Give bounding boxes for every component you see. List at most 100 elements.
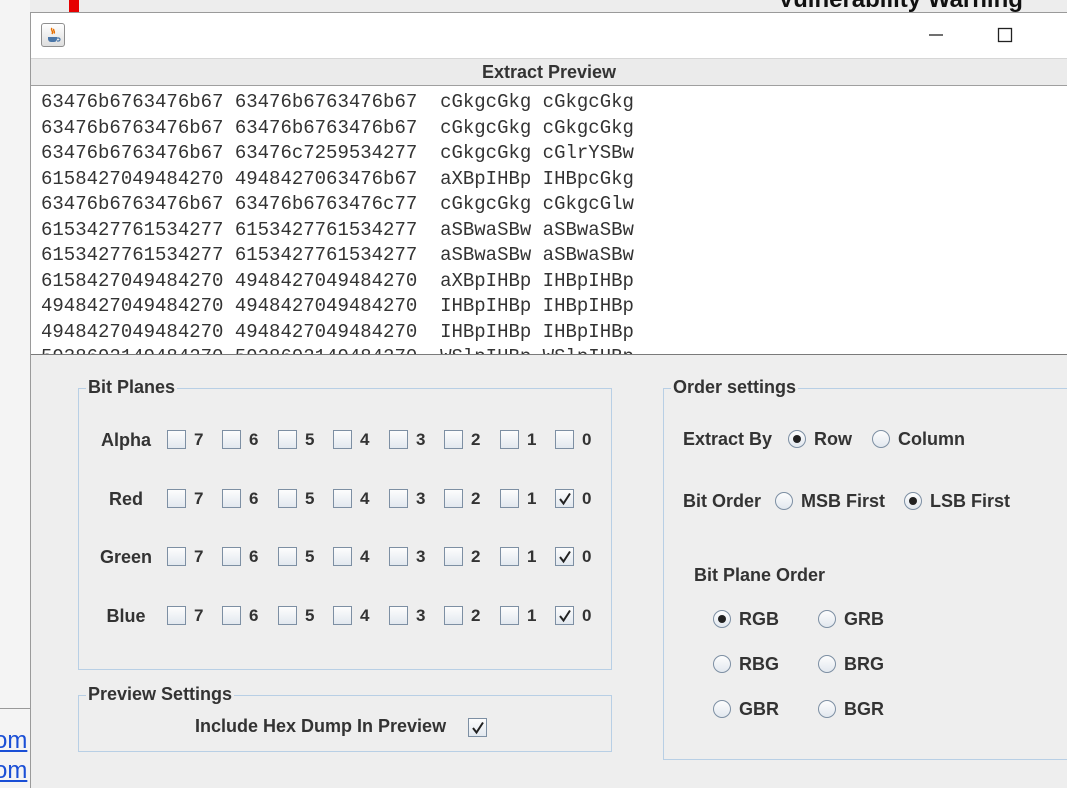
alpha-bit-4-checkbox[interactable]	[333, 430, 352, 449]
preview-line: 6158427049484270 4948427063476b67 aXBpIH…	[41, 167, 634, 190]
alpha-bit-6-label: 6	[249, 430, 259, 449]
extract-preview-area[interactable]: 63476b6763476b67 63476b6763476b67 cGkgcG…	[31, 86, 1067, 355]
plane-order-bgr-radio[interactable]	[818, 700, 836, 718]
extract-by-column-radio[interactable]	[872, 430, 890, 448]
hex-dump-checkbox[interactable]	[468, 718, 487, 737]
minimize-button[interactable]	[916, 19, 956, 51]
red-bit-0-checkbox[interactable]	[555, 489, 574, 508]
extract-by-row-label: Row	[814, 429, 852, 449]
red-bit-3-label: 3	[416, 489, 426, 508]
extract-by-column-label: Column	[898, 429, 965, 449]
preview-line: 4948427049484270 4948427049484270 IHBpIH…	[41, 320, 634, 343]
red-bit-6-checkbox[interactable]	[222, 489, 241, 508]
java-app-icon[interactable]	[41, 23, 65, 47]
red-bit-5-checkbox[interactable]	[278, 489, 297, 508]
plane-order-gbr-radio[interactable]	[713, 700, 731, 718]
bit-planes-title: Bit Planes	[86, 377, 178, 397]
alpha-bit-6-checkbox[interactable]	[222, 430, 241, 449]
blue-bit-6-label: 6	[249, 606, 259, 625]
alpha-bit-7-label: 7	[194, 430, 204, 449]
green-bit-2-checkbox[interactable]	[444, 547, 463, 566]
plane-order-grb-radio[interactable]	[818, 610, 836, 628]
green-bit-4-label: 4	[360, 547, 370, 566]
minimize-icon	[929, 34, 943, 36]
background-link-1[interactable]: om	[0, 727, 27, 755]
bit-plane-row-label-blue: Blue	[106, 606, 146, 626]
alpha-bit-1-checkbox[interactable]	[500, 430, 519, 449]
plane-order-rbg-radio[interactable]	[713, 655, 731, 673]
bit-planes-panel: Bit Planes Alpha 7 6 5 4 3 2 1 0 Red 7 6 5 4 3 2 1 0 Green…	[78, 377, 612, 670]
check-icon	[559, 492, 571, 506]
red-bit-4-checkbox[interactable]	[333, 489, 352, 508]
bit-plane-row-label-alpha: Alpha	[100, 430, 151, 450]
red-bit-6-label: 6	[249, 489, 259, 508]
plane-order-rbg-label: RBG	[739, 654, 779, 674]
blue-bit-7-checkbox[interactable]	[167, 606, 186, 625]
green-bit-0-label: 0	[582, 547, 592, 566]
preview-line: 63476b6763476b67 63476b6763476b67 cGkgcG…	[41, 116, 634, 139]
blue-bit-0-checkbox[interactable]	[555, 606, 574, 625]
plane-order-rgb-radio[interactable]	[713, 610, 731, 628]
hex-dump-label: Include Hex Dump In Preview	[195, 716, 447, 736]
red-bit-2-checkbox[interactable]	[444, 489, 463, 508]
extract-preview-title: Extract Preview	[31, 58, 1067, 86]
bit-order-lsb-first-label: LSB First	[930, 491, 1011, 511]
green-bit-7-checkbox[interactable]	[167, 547, 186, 566]
preview-text: 63476b6763476b67 63476b6763476b67 cGkgcG…	[41, 90, 634, 354]
blue-bit-3-label: 3	[416, 606, 426, 625]
green-bit-3-label: 3	[416, 547, 426, 566]
preview-settings-panel: Preview Settings Include Hex Dump In Pre…	[78, 684, 612, 752]
blue-bit-3-checkbox[interactable]	[389, 606, 408, 625]
green-bit-3-checkbox[interactable]	[389, 547, 408, 566]
bit-order-msb-first-radio[interactable]	[775, 492, 793, 510]
green-bit-6-checkbox[interactable]	[222, 547, 241, 566]
alpha-bit-2-label: 2	[471, 430, 481, 449]
alpha-bit-4-label: 4	[360, 430, 370, 449]
bit-plane-row-label-red: Red	[108, 489, 143, 509]
alpha-bit-7-checkbox[interactable]	[167, 430, 186, 449]
bit-order-msb-first-label: MSB First	[801, 491, 886, 511]
red-bit-1-label: 1	[527, 489, 537, 508]
blue-bit-7-label: 7	[194, 606, 204, 625]
extract-by-label: Extract By	[683, 429, 773, 449]
red-bit-5-label: 5	[305, 489, 315, 508]
green-bit-1-checkbox[interactable]	[500, 547, 519, 566]
alpha-bit-0-checkbox[interactable]	[555, 430, 574, 449]
green-bit-4-checkbox[interactable]	[333, 547, 352, 566]
blue-bit-1-checkbox[interactable]	[500, 606, 519, 625]
blue-bit-5-checkbox[interactable]	[278, 606, 297, 625]
blue-bit-4-label: 4	[360, 606, 370, 625]
blue-bit-0-label: 0	[582, 606, 592, 625]
extract-by-row-radio[interactable]	[788, 430, 806, 448]
green-bit-7-label: 7	[194, 547, 204, 566]
preview-line: 63476b6763476b67 63476b6763476b67 cGkgcG…	[41, 91, 634, 113]
alpha-bit-5-checkbox[interactable]	[278, 430, 297, 449]
plane-order-brg-radio[interactable]	[818, 655, 836, 673]
red-bit-3-checkbox[interactable]	[389, 489, 408, 508]
blue-bit-4-checkbox[interactable]	[333, 606, 352, 625]
check-icon	[559, 550, 571, 564]
blue-bit-6-checkbox[interactable]	[222, 606, 241, 625]
green-bit-5-checkbox[interactable]	[278, 547, 297, 566]
green-bit-1-label: 1	[527, 547, 537, 566]
red-bit-1-checkbox[interactable]	[500, 489, 519, 508]
order-settings-panel: Order settings Extract By Row Column Bit …	[663, 377, 1067, 760]
green-bit-0-checkbox[interactable]	[555, 547, 574, 566]
extract-dialog: Extract Preview 63476b6763476b67 63476b6…	[30, 12, 1067, 788]
plane-order-rgb-label: RGB	[739, 609, 779, 629]
alpha-bit-1-label: 1	[527, 430, 537, 449]
bit-plane-row-label-green: Green	[99, 547, 153, 567]
maximize-icon	[997, 27, 1013, 43]
red-bit-7-checkbox[interactable]	[167, 489, 186, 508]
preview-line: 6153427761534277 6153427761534277 aSBwaS…	[41, 218, 634, 241]
radio-selected-dot	[718, 615, 726, 623]
preview-settings-title: Preview Settings	[86, 684, 235, 704]
background-link-2[interactable]: om	[0, 757, 27, 785]
blue-bit-2-checkbox[interactable]	[444, 606, 463, 625]
bit-order-lsb-first-radio[interactable]	[904, 492, 922, 510]
maximize-button[interactable]	[985, 19, 1025, 51]
alpha-bit-2-checkbox[interactable]	[444, 430, 463, 449]
alpha-bit-3-checkbox[interactable]	[389, 430, 408, 449]
check-icon	[559, 609, 571, 623]
bit-order-label: Bit Order	[683, 491, 762, 511]
